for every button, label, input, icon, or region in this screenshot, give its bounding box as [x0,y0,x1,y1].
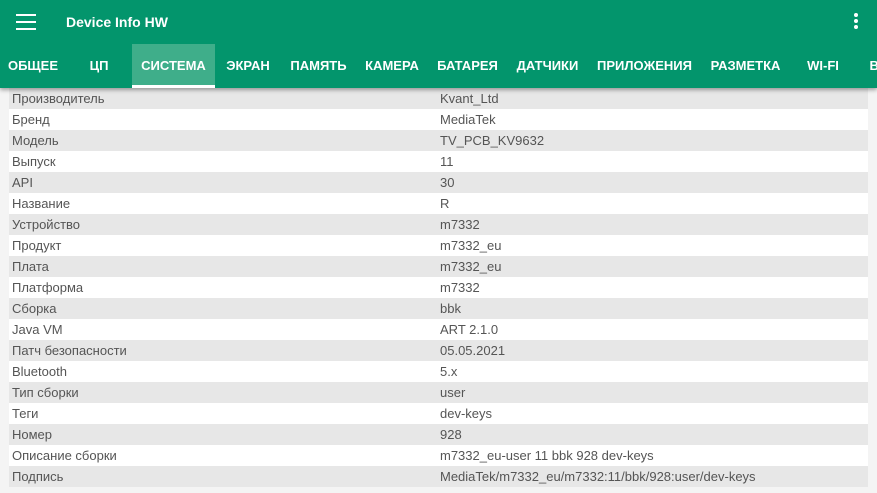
row-label: Патч безопасности [12,343,127,358]
row-label: API [12,175,33,190]
tab-6[interactable]: БАТАРЕЯ [428,44,507,88]
tab-8[interactable]: ПРИЛОЖЕНИЯ [588,44,701,88]
row-value: MediaTek/m7332_eu/m7332:11/bbk/928:user/… [440,469,756,484]
row-value: dev-keys [440,406,493,421]
tab-5[interactable]: КАМЕРА [356,44,428,88]
row-value: m7332_eu-user 11 bbk 928 dev-keys [440,448,654,463]
table-row: Номер 928 [9,424,868,445]
table-row: Описание сборки m7332_eu-user 11 bbk 928 … [9,445,868,466]
row-label: Описание сборки [12,448,117,463]
row-label: Платформа [12,280,84,295]
tab-10[interactable]: WI-FI [790,44,856,88]
row-value: ART 2.1.0 [440,322,499,337]
row-value: m7332 [440,217,480,232]
table-row: Название R [9,193,868,214]
tab-2[interactable]: СИСТЕМА [132,44,215,88]
table-row: Тип сборки user [9,382,868,403]
tab-4[interactable]: ПАМЯТЬ [281,44,356,88]
row-label: Название [12,196,71,211]
row-value: user [440,385,466,400]
row-label: Модель [12,133,59,148]
row-label: Сборка [12,301,57,316]
row-value: bbk [440,301,461,316]
row-label: Bluetooth [12,364,67,379]
table-row: Платформа m7332 [9,277,868,298]
more-options-icon[interactable] [852,13,860,31]
tab-1[interactable]: ЦП [66,44,132,88]
row-value: 11 [440,154,454,169]
table-row: Устройство m7332 [9,214,868,235]
table-row: Патч безопасности 05.05.2021 [9,340,868,361]
row-value: 05.05.2021 [440,343,506,358]
row-label: Устройство [12,217,81,232]
row-value: MediaTek [440,112,496,127]
row-value: Kvant_Ltd [440,91,499,106]
row-value: 30 [440,175,455,190]
table-row: Подпись MediaTek/m7332_eu/m7332:11/bbk/92… [9,466,868,487]
row-value: m7332_eu [440,259,502,274]
row-label: Тип сборки [12,385,79,400]
info-table: Производитель Kvant_Ltd Бренд MediaTek Модел… [9,88,868,487]
tab-0[interactable]: ОБЩЕЕ [0,44,66,88]
row-label: Плата [12,259,49,274]
row-label: Бренд [12,112,50,127]
table-row: API 30 [9,172,868,193]
row-value: 5.x [440,364,458,379]
table-row: Плата m7332_eu [9,256,868,277]
table-row: Сборка bbk [9,298,868,319]
tab-bar: ОБЩЕЕ ЦП СИСТЕМА ЭКРАН ПАМЯТЬ КАМЕРА БАТАРЕЯ ДА… [0,44,877,88]
row-value: m7332_eu [440,238,502,253]
app-bar: Device Info HW ОБЩЕЕ ЦП СИСТЕМА ЭКРАН ПАМЯТЬ… [0,0,877,88]
row-value: m7332 [440,280,480,295]
table-row: Bluetooth 5.x [9,361,868,382]
row-label: Выпуск [12,154,56,169]
table-row: Java VM ART 2.1.0 [9,319,868,340]
table-row: Продукт m7332_eu [9,235,868,256]
row-label: Теги [12,406,39,421]
table-row: Производитель Kvant_Ltd [9,88,868,109]
row-label: Java VM [12,322,63,337]
row-label: Производитель [12,91,105,106]
row-label: Подпись [12,469,64,484]
row-value: R [440,196,450,211]
table-row: Модель TV_PCB_KV9632 [9,130,868,151]
row-value: TV_PCB_KV9632 [440,133,545,148]
tab-9[interactable]: РАЗМЕТКА [701,44,790,88]
row-label: Продукт [12,238,62,253]
table-row: Выпуск 11 [9,151,868,172]
table-row: Бренд MediaTek [9,109,868,130]
tab-11[interactable]: ВІ [856,44,877,88]
row-value: 928 [440,427,462,442]
tab-7[interactable]: ДАТЧИКИ [507,44,588,88]
table-row: Теги dev-keys [9,403,868,424]
hamburger-menu-icon[interactable] [16,14,36,30]
app-title: Device Info HW [66,14,168,30]
row-label: Номер [12,427,53,442]
tab-3[interactable]: ЭКРАН [215,44,281,88]
